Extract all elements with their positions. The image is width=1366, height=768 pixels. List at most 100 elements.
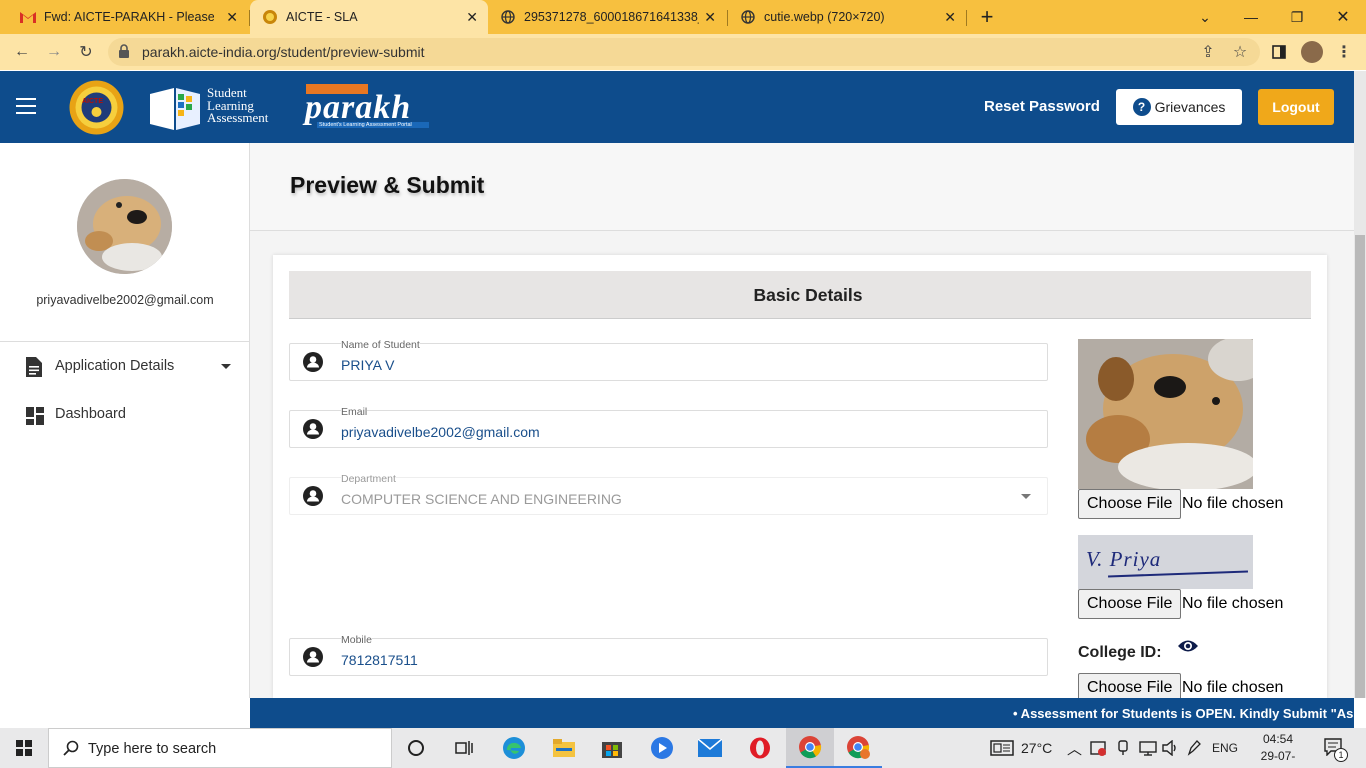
sidebar-user-email: priyavadivelbe2002@gmail.com xyxy=(36,293,214,307)
sidebar-item-label: Application Details xyxy=(55,358,175,374)
signature-image: V. Priya xyxy=(1078,535,1253,589)
profile-avatar[interactable] xyxy=(1301,41,1323,63)
browser-tab-image[interactable]: 295371278_600018671641338_1 ✕ xyxy=(488,0,726,34)
page-title: Preview & Submit xyxy=(290,172,485,198)
url-text[interactable]: parakh.aicte-india.org/student/preview-s… xyxy=(142,44,424,60)
taskbar-clock[interactable]: 04:54 29-07-2022 xyxy=(1248,731,1308,768)
photo-file-status: No file chosen xyxy=(1182,495,1284,512)
department-value: COMPUTER SCIENCE AND ENGINEERING xyxy=(341,491,622,507)
taskbar-search-box[interactable]: Type here to search xyxy=(48,728,392,768)
sla-wordmark: Student Learning Assessment xyxy=(207,86,269,125)
tab-title: AICTE - SLA xyxy=(286,10,358,24)
language-indicator[interactable]: ENG xyxy=(1212,741,1238,755)
tab-search-chevron-icon[interactable]: ⌄ xyxy=(1182,0,1228,34)
browser-tab-aicte-sla[interactable]: AICTE - SLA ✕ xyxy=(250,0,488,34)
temperature-text[interactable]: 27°C xyxy=(1021,740,1052,756)
back-arrow-icon[interactable]: ← xyxy=(8,38,36,66)
gmail-icon xyxy=(20,9,36,25)
media-player-icon[interactable] xyxy=(638,728,686,768)
sidebar-item-application-details[interactable]: Application Details xyxy=(0,350,249,384)
mobile-value: 7812817511 xyxy=(341,652,418,668)
globe-icon xyxy=(740,9,756,25)
avatar xyxy=(77,179,172,274)
search-placeholder: Type here to search xyxy=(88,741,217,757)
college-id-label: College ID: xyxy=(1078,644,1162,661)
dashboard-icon xyxy=(26,407,44,430)
close-window-button[interactable]: ✕ xyxy=(1320,0,1366,34)
reload-icon[interactable]: ↻ xyxy=(72,38,100,66)
restore-button[interactable]: ❐ xyxy=(1274,0,1320,34)
field-label: Mobile xyxy=(341,634,372,646)
field-label: Name of Student xyxy=(341,339,420,351)
close-tab-icon[interactable]: ✕ xyxy=(226,9,238,26)
signature-handwriting: V. Priya xyxy=(1086,547,1162,571)
sidebar-item-label: Dashboard xyxy=(55,406,126,422)
browser-tab-cutie[interactable]: cutie.webp (720×720) ✕ xyxy=(728,0,966,34)
field-label: Department xyxy=(341,473,396,485)
cortana-icon[interactable] xyxy=(392,728,440,768)
choose-photo-button[interactable]: Choose File xyxy=(1078,489,1182,519)
college-id-file-status: No file chosen xyxy=(1182,679,1284,696)
file-explorer-icon[interactable] xyxy=(540,728,588,768)
sidebar-divider xyxy=(0,341,249,342)
field-label: Email xyxy=(341,406,368,418)
sla-book-icon xyxy=(148,84,202,132)
minimize-button[interactable]: — xyxy=(1228,0,1274,34)
reset-password-link[interactable]: Reset Password xyxy=(984,98,1100,115)
parakh-logo: parakh Student's Learning Assessment Por… xyxy=(305,84,430,132)
volume-icon[interactable] xyxy=(1162,739,1180,761)
more-menu-icon[interactable]: ⋮ xyxy=(1330,38,1358,66)
student-photo xyxy=(1078,339,1253,489)
security-alert-icon[interactable] xyxy=(1090,740,1106,761)
tab-title: 295371278_600018671641338_1 xyxy=(524,10,699,24)
microsoft-store-icon[interactable] xyxy=(588,728,636,768)
globe-icon xyxy=(500,9,516,25)
clock-time: 04:54 xyxy=(1262,732,1294,746)
section-title: Basic Details xyxy=(753,285,863,305)
opera-icon[interactable] xyxy=(736,728,784,768)
person-icon xyxy=(303,419,323,444)
side-panel-icon[interactable] xyxy=(1265,38,1293,66)
tab-title: Fwd: AICTE-PARAKH - Please Ver xyxy=(44,10,214,24)
close-tab-icon[interactable]: ✕ xyxy=(704,9,716,26)
aicte-logo xyxy=(69,80,124,135)
pen-icon[interactable] xyxy=(1187,740,1201,761)
close-tab-icon[interactable]: ✕ xyxy=(466,9,478,26)
notification-count-badge: 1 xyxy=(1334,748,1348,762)
search-icon xyxy=(63,740,79,761)
chrome-taskbar-icon[interactable] xyxy=(786,728,834,768)
edge-icon[interactable] xyxy=(490,728,538,768)
task-view-icon[interactable] xyxy=(440,728,488,768)
lock-icon[interactable] xyxy=(118,44,130,63)
sla-line-assessment: Assessment xyxy=(207,110,269,125)
mail-icon[interactable] xyxy=(686,728,734,768)
sidebar-item-dashboard[interactable]: Dashboard xyxy=(0,398,249,432)
person-icon xyxy=(303,486,323,511)
dropdown-arrow-icon[interactable] xyxy=(1021,494,1031,499)
hamburger-menu-icon[interactable] xyxy=(16,98,36,119)
scrollbar-thumb[interactable] xyxy=(1355,235,1365,698)
forward-arrow-icon[interactable]: → xyxy=(40,38,68,66)
windows-start-icon[interactable] xyxy=(0,728,48,768)
bookmark-star-icon[interactable]: ☆ xyxy=(1226,38,1254,66)
grievances-button[interactable]: ? Grievances xyxy=(1116,89,1242,125)
logout-button[interactable]: Logout xyxy=(1258,89,1334,125)
person-icon xyxy=(303,647,323,672)
email-value: priyavadivelbe2002@gmail.com xyxy=(341,424,540,440)
clock-date: 29-07-2022 xyxy=(1260,749,1296,768)
parakh-brand-text: parakh xyxy=(305,89,412,126)
weather-icon[interactable] xyxy=(990,740,1014,761)
parakh-tagline: Student's Learning Assessment Portal xyxy=(317,122,429,128)
chrome-profile-taskbar-icon[interactable] xyxy=(834,728,882,768)
choose-signature-button[interactable]: Choose File xyxy=(1078,589,1182,619)
share-icon[interactable]: ⇪ xyxy=(1194,38,1222,66)
new-tab-button[interactable]: + xyxy=(964,0,1010,34)
network-icon[interactable] xyxy=(1139,740,1157,761)
meet-now-icon[interactable] xyxy=(1116,740,1130,761)
eye-icon[interactable] xyxy=(1177,638,1199,659)
browser-tab-gmail[interactable]: Fwd: AICTE-PARAKH - Please Ver ✕ xyxy=(8,0,248,34)
aicte-favicon-icon xyxy=(262,9,278,25)
document-icon xyxy=(26,357,42,382)
close-tab-icon[interactable]: ✕ xyxy=(944,9,956,26)
show-hidden-icons-chevron-icon[interactable]: ︿ xyxy=(1067,738,1082,759)
